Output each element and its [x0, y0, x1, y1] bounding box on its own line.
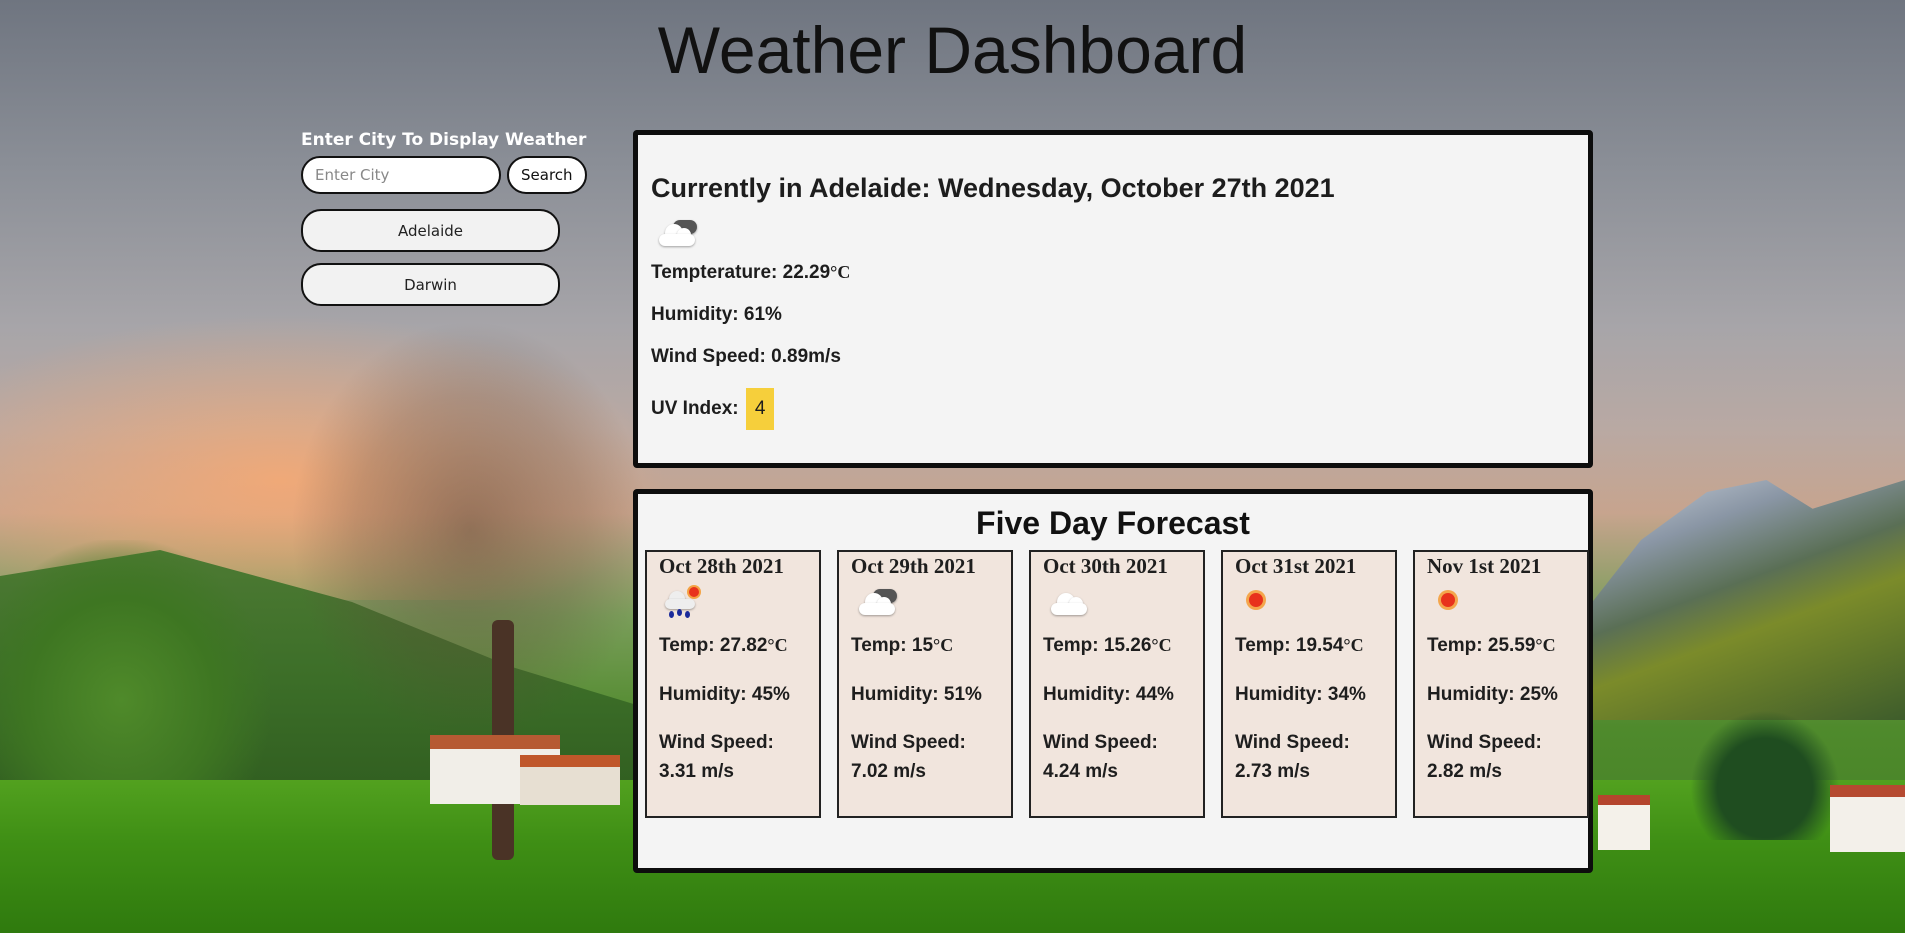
sun-icon — [1431, 585, 1477, 619]
forecast-date: Oct 28th 2021 — [659, 554, 784, 578]
five-day-forecast-panel: Five Day Forecast Oct 28th 2021 Temp: 27… — [633, 489, 1593, 873]
forecast-date: Oct 31st 2021 — [1235, 554, 1357, 578]
forecast-wind: Wind Speed: 7.02 m/s — [851, 731, 966, 783]
background-pines — [1690, 710, 1840, 840]
forecast-card: Oct 28th 2021 Temp: 27.82°C Humidity: 45… — [645, 550, 821, 818]
forecast-temp: Temp: 19.54°C — [1235, 635, 1364, 656]
city-search-input[interactable] — [301, 156, 501, 194]
current-wind-speed: Wind Speed: 0.89m/s — [651, 346, 841, 367]
search-label: Enter City To Display Weather — [301, 130, 587, 150]
rain-sun-icon — [663, 585, 709, 619]
forecast-date: Nov 1st 2021 — [1427, 554, 1542, 578]
forecast-wind: Wind Speed: 2.82 m/s — [1427, 731, 1542, 783]
history-city-button[interactable]: Darwin — [301, 263, 560, 306]
uv-index-badge: 4 — [745, 388, 775, 430]
background-house — [520, 755, 620, 805]
current-temperature: Tempteraturе: 22.29°C — [651, 262, 851, 283]
forecast-temp: Temp: 27.82°C — [659, 635, 788, 656]
cloudy-icon — [655, 216, 701, 250]
background-house — [1830, 785, 1905, 852]
forecast-wind: Wind Speed: 2.73 m/s — [1235, 731, 1350, 783]
forecast-card: Oct 31st 2021 Temp: 19.54°C Humidity: 34… — [1221, 550, 1397, 818]
cloud-icon — [1047, 585, 1093, 619]
cloudy-icon — [855, 585, 901, 619]
current-humidity: Humidity: 61% — [651, 304, 782, 325]
current-uv-index: UV Index: 4 — [651, 388, 1576, 430]
forecast-temp: Temp: 25.59°C — [1427, 635, 1556, 656]
forecast-date: Oct 29th 2021 — [851, 554, 976, 578]
search-row: Search — [301, 156, 601, 194]
current-weather-panel: Currently in Adelaide: Wednesday, Octobe… — [633, 130, 1593, 468]
forecast-cards: Oct 28th 2021 Temp: 27.82°C Humidity: 45… — [645, 550, 1589, 818]
forecast-wind: Wind Speed: 3.31 m/s — [659, 731, 774, 783]
forecast-humidity: Humidity: 51% — [851, 684, 982, 706]
forecast-date: Oct 30th 2021 — [1043, 554, 1168, 578]
forecast-card: Oct 29th 2021 Temp: 15°C Humidity: 51% W… — [837, 550, 1013, 818]
forecast-humidity: Humidity: 34% — [1235, 684, 1366, 706]
forecast-humidity: Humidity: 45% — [659, 684, 790, 706]
forecast-card: Oct 30th 2021 Temp: 15.26°C Humidity: 44… — [1029, 550, 1205, 818]
background-house — [1598, 795, 1650, 850]
background-tree-crown — [290, 320, 650, 740]
forecast-temp: Temp: 15.26°C — [1043, 635, 1172, 656]
current-weather-heading: Currently in Adelaide: Wednesday, Octobe… — [651, 173, 1335, 203]
forecast-temp: Temp: 15°C — [851, 635, 954, 656]
search-button[interactable]: Search — [507, 156, 587, 194]
forecast-humidity: Humidity: 44% — [1043, 684, 1174, 706]
forecast-card: Nov 1st 2021 Temp: 25.59°C Humidity: 25%… — [1413, 550, 1589, 818]
history-city-button[interactable]: Adelaide — [301, 209, 560, 252]
forecast-humidity: Humidity: 25% — [1427, 684, 1558, 706]
background-mountain — [1575, 480, 1905, 720]
celsius-unit: °C — [830, 262, 851, 282]
forecast-heading: Five Day Forecast — [976, 505, 1250, 541]
sun-icon — [1239, 585, 1285, 619]
page-title: Weather Dashboard — [657, 13, 1248, 87]
search-sidebar: Enter City To Display Weather Search Ade… — [301, 130, 601, 306]
forecast-wind: Wind Speed: 4.24 m/s — [1043, 731, 1158, 783]
